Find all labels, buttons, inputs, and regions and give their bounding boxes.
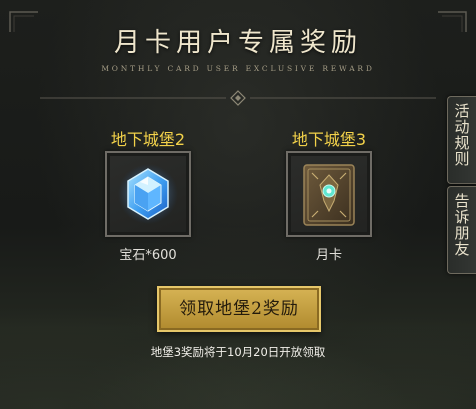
claim-reward-button-label: 领取地堡2奖励 [179, 299, 299, 319]
reward-title-dungeon2: 地下城堡2 [110, 130, 186, 149]
reward-title-dungeon3: 地下城堡3 [291, 130, 367, 149]
dungeon3-open-notice: 地堡3奖励将于10月20日开放领取 [150, 345, 326, 359]
activity-rules-label: 活动规则 [454, 102, 470, 168]
reward-item-frame-card [286, 151, 372, 237]
title-divider [40, 90, 436, 106]
reward-item-label-gem: 宝石*600 [119, 248, 177, 263]
blue-gem-icon [118, 164, 178, 224]
monthly-card-book-icon [303, 164, 355, 226]
reward-item-label-card: 月卡 [315, 248, 342, 263]
page-title: 月卡用户专属奖励 [113, 28, 362, 58]
tell-friends-label: 告诉朋友 [454, 192, 470, 258]
reward-item-frame-gem [105, 151, 191, 237]
activity-rules-tab[interactable]: 活动规则 [447, 96, 476, 184]
page-subtitle: MONTHLY CARD USER EXCLUSIVE REWARD [101, 64, 375, 73]
claim-reward-button[interactable]: 领取地堡2奖励 [157, 286, 321, 332]
tell-friends-tab[interactable]: 告诉朋友 [447, 186, 476, 274]
